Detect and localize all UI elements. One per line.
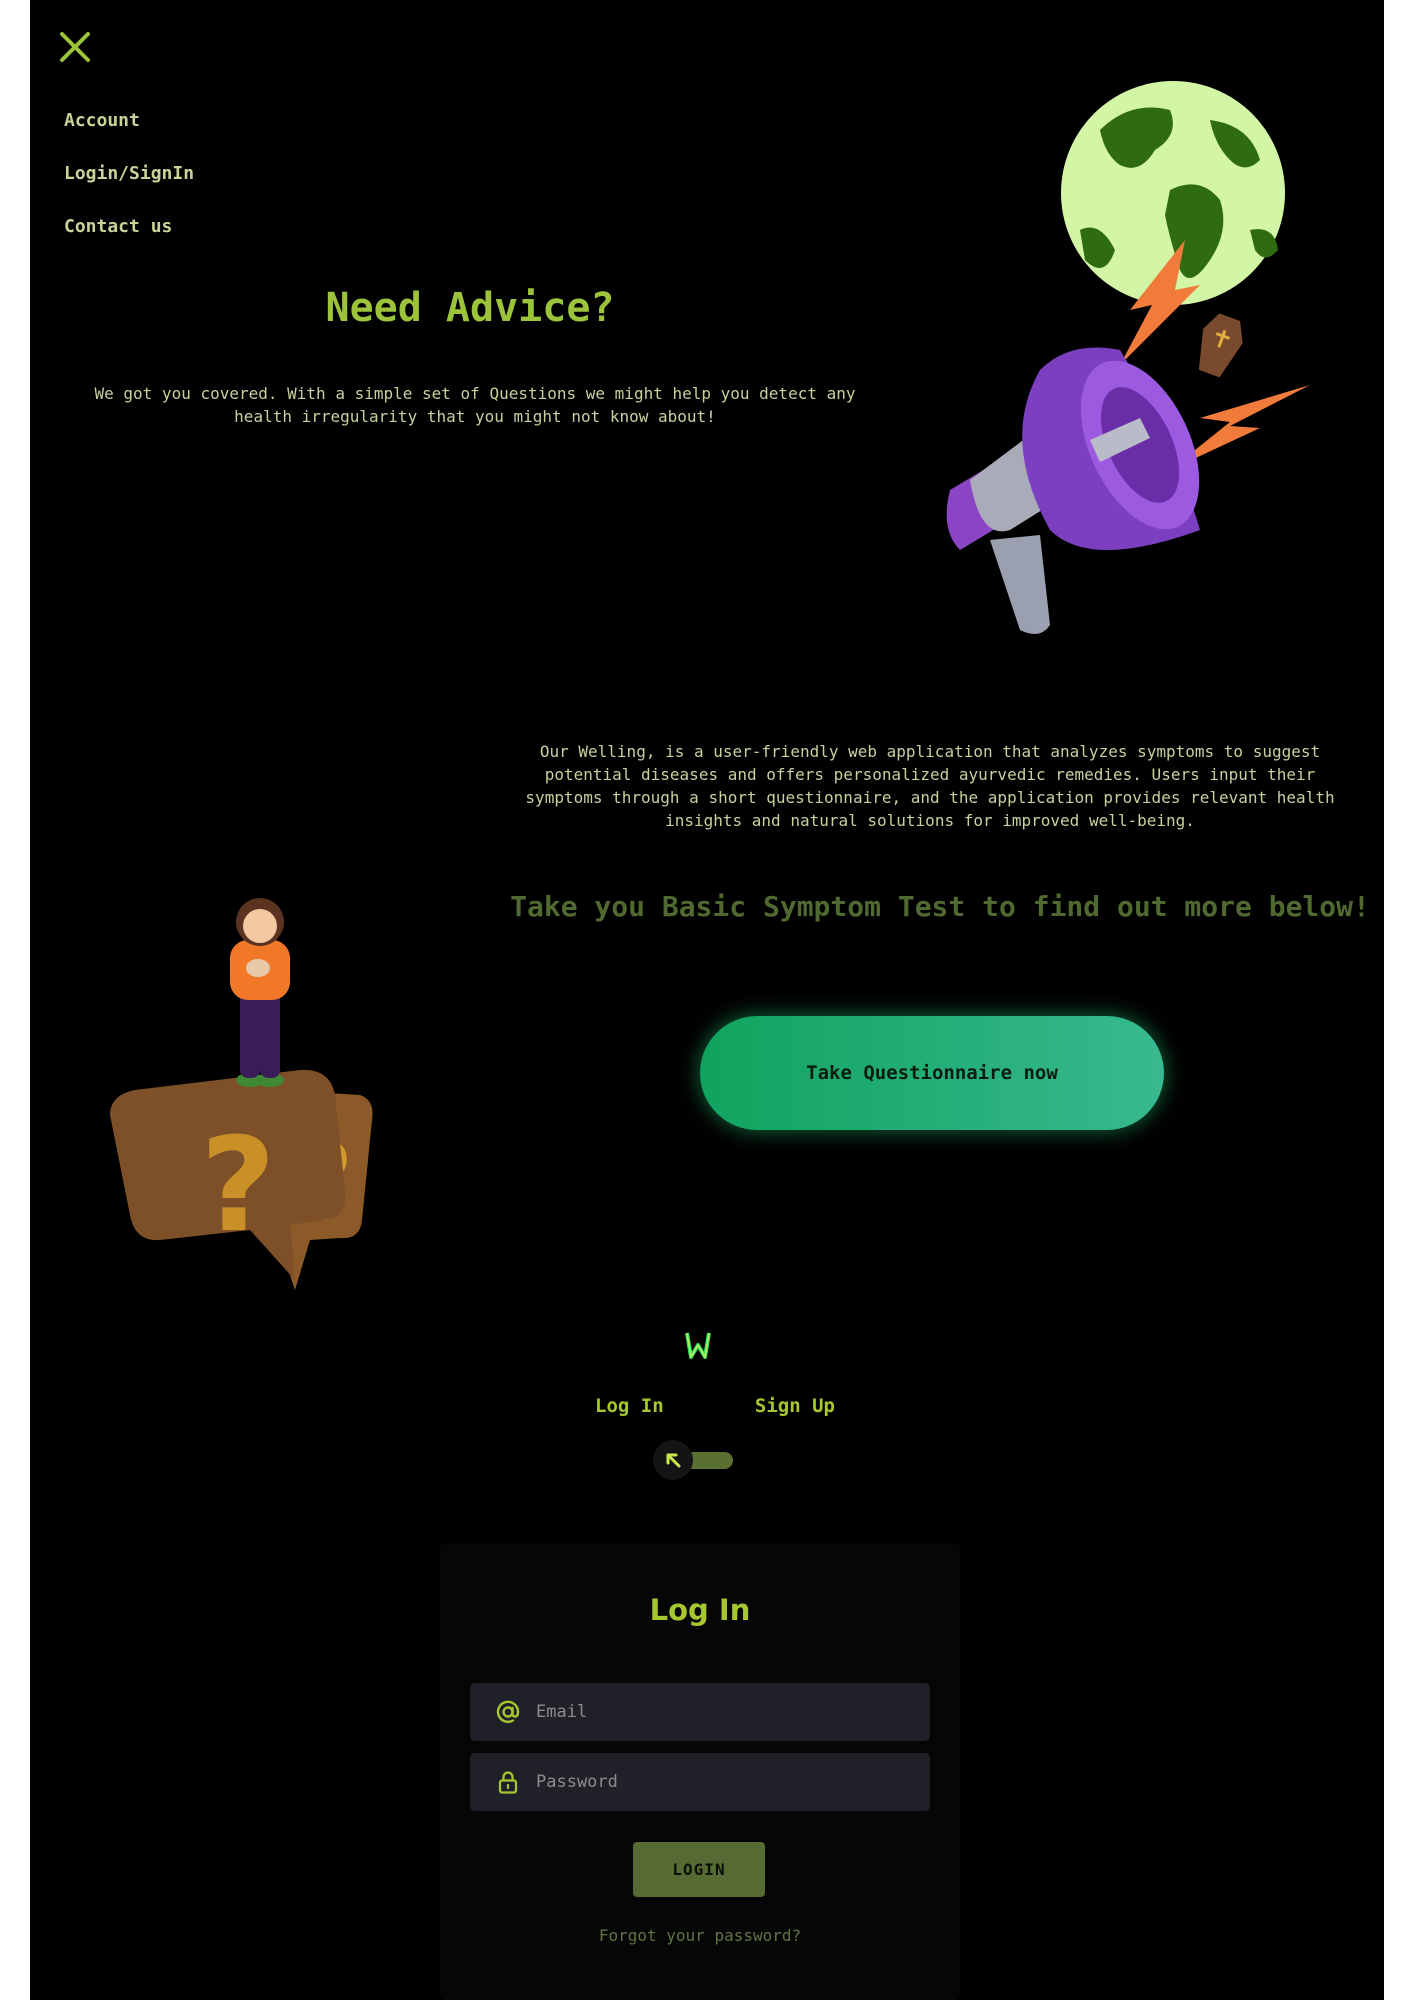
about-description: Our Welling, is a user-friendly web appl… [525,742,1335,830]
login-button[interactable]: LOGIN [633,1842,765,1897]
toggle-knob [653,1440,693,1480]
nav-item-contact-us[interactable]: Contact us [64,216,194,237]
password-input[interactable] [536,1753,916,1811]
megaphone-illustration [946,347,1310,634]
login-card: Log In LOGIN Forgot your password? [440,1543,960,2000]
take-questionnaire-button[interactable]: Take Questionnaire now [700,1016,1164,1130]
tab-log-in[interactable]: Log In [595,1395,664,1417]
close-icon[interactable] [58,30,92,64]
password-field [470,1753,930,1811]
forgot-password-link[interactable]: Forgot your password? [440,1926,960,1945]
hero-description: We got you covered. With a simple set of… [94,384,856,426]
page: Account Login/SignIn Contact us Need Adv… [30,0,1384,2000]
login-card-title: Log In [649,1593,751,1627]
nav-item-login-signin[interactable]: Login/SignIn [64,163,194,184]
tab-sign-up[interactable]: Sign Up [755,1395,835,1417]
arrow-up-left-icon [666,1453,681,1468]
email-input[interactable] [536,1683,916,1741]
at-sign-icon [496,1700,520,1724]
cta-heading: Take you Basic Symptom Test to find out … [510,890,1370,923]
svg-text:?: ? [200,1109,275,1261]
person-question-illustration: ? ? [110,898,373,1290]
email-field [470,1683,930,1741]
hero-title: Need Advice? [325,285,615,331]
auth-toggle-switch[interactable] [653,1440,743,1480]
lock-icon [498,1771,518,1794]
app-logo [685,1332,711,1359]
auth-tabs: Log In Sign Up [595,1395,835,1417]
nav-item-account[interactable]: Account [64,110,194,131]
nav-menu: Account Login/SignIn Contact us [64,110,194,269]
